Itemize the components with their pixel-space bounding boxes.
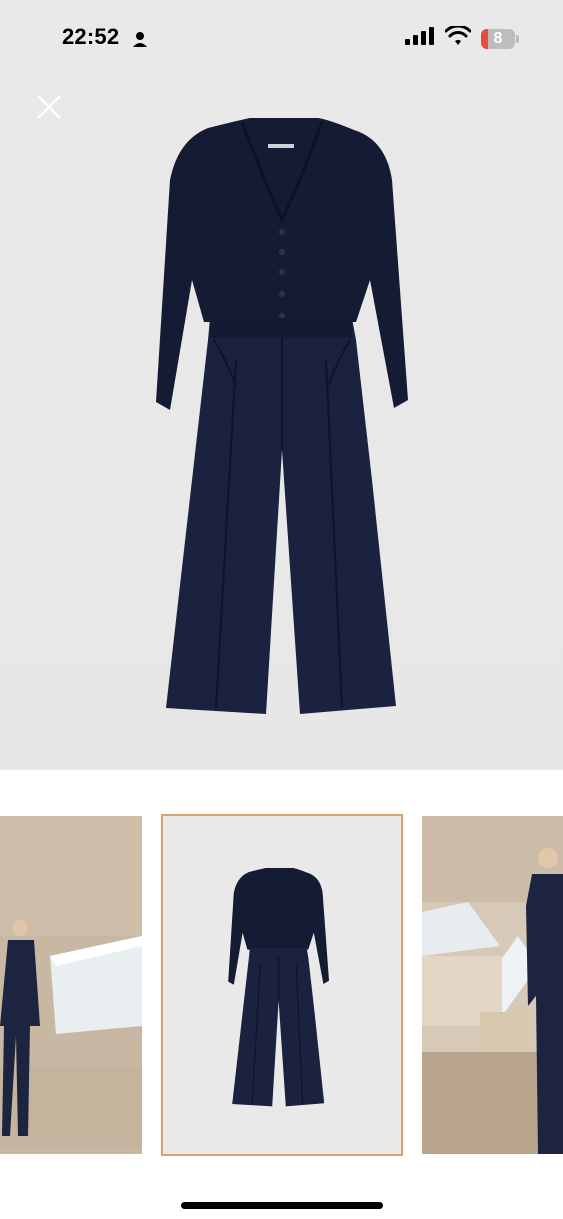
- close-icon: [37, 95, 61, 119]
- product-flatlay-photo: [163, 816, 401, 1154]
- thumbnail-strip: [0, 814, 563, 1156]
- status-bar: 22:52 8: [0, 0, 563, 78]
- thumbnail-product[interactable]: [161, 814, 403, 1156]
- product-outfit-illustration: [156, 118, 408, 714]
- battery-icon: 8: [481, 28, 519, 49]
- status-time: 22:52: [62, 24, 120, 49]
- status-icons: 8: [405, 24, 519, 51]
- battery-level: 8: [493, 29, 503, 47]
- lifestyle-photo-2: [422, 816, 563, 1154]
- thumbnail-lifestyle-1[interactable]: [0, 816, 142, 1154]
- home-indicator: [181, 1202, 383, 1209]
- product-main-image[interactable]: [0, 0, 563, 770]
- person-icon: [132, 31, 148, 52]
- lifestyle-photo-1: [0, 816, 142, 1154]
- close-button[interactable]: [36, 94, 62, 120]
- thumbnail-lifestyle-2[interactable]: [422, 816, 563, 1154]
- wifi-icon: [444, 24, 472, 51]
- cellular-signal-icon: [405, 27, 435, 50]
